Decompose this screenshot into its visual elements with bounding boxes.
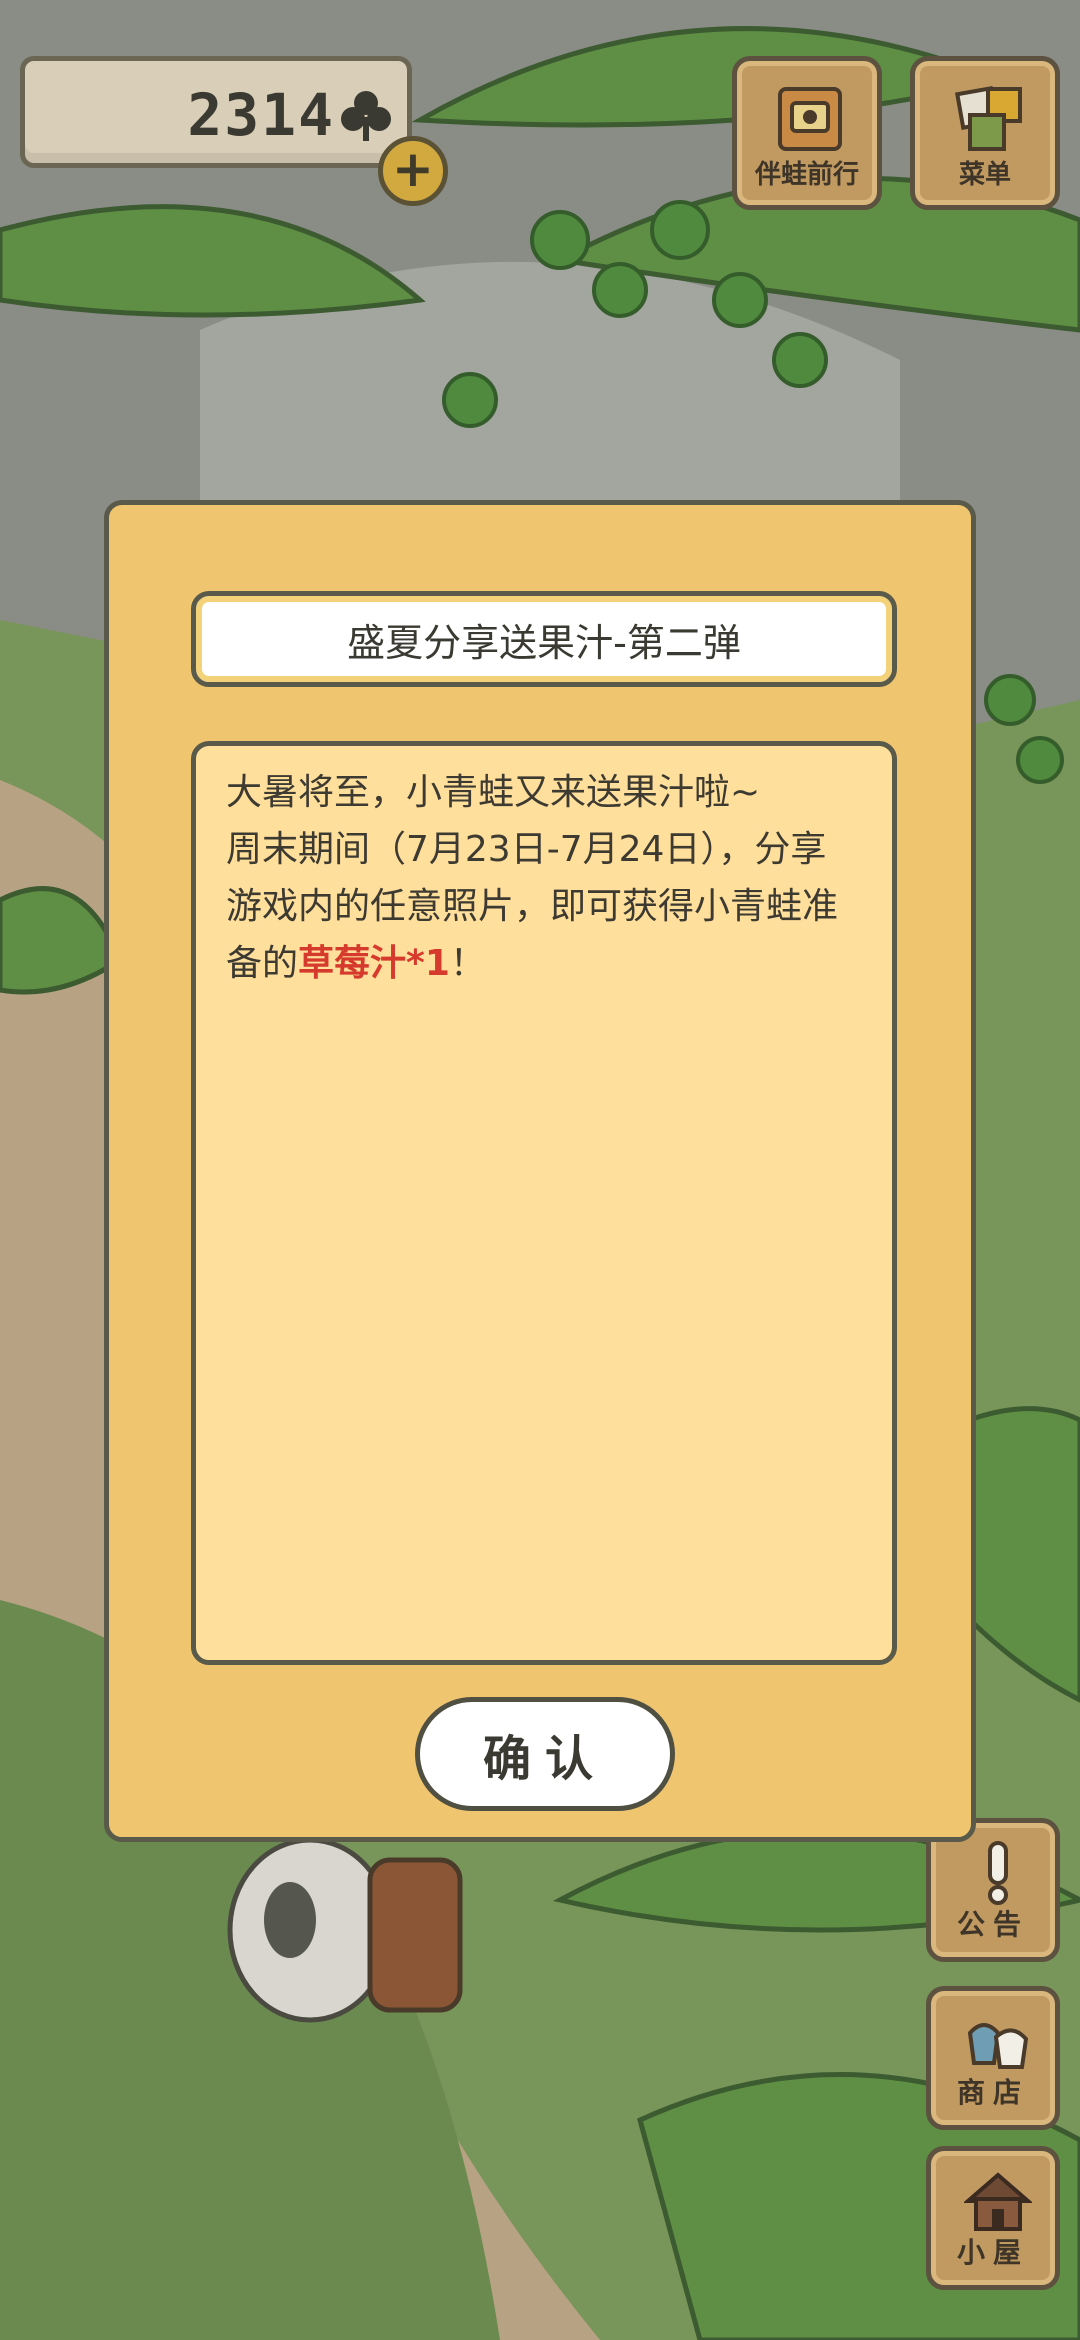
album-icon: [778, 87, 842, 151]
announcement-dialog: 盛夏分享送果汁-第二弹 大暑将至，小青蛙又来送果汁啦~ 周末期间（7月23日-7…: [104, 500, 976, 1842]
clover-count: 2314: [187, 81, 335, 149]
travel-with-frog-label: 伴蛙前行: [754, 160, 859, 190]
menu-button[interactable]: 菜单: [910, 56, 1060, 210]
shop-label: 商店: [956, 2076, 1029, 2109]
clover-counter: 2314: [20, 56, 412, 168]
dialog-body[interactable]: 大暑将至，小青蛙又来送果汁啦~ 周末期间（7月23日-7月24日），分享游戏内的…: [191, 741, 897, 1665]
clover-icon: [341, 91, 391, 141]
menu-label: 菜单: [958, 160, 1011, 190]
shop-button[interactable]: 商店: [926, 1986, 1060, 2130]
house-button[interactable]: 小屋: [926, 2146, 1060, 2290]
exclamation-icon: [988, 1841, 1008, 1905]
shop-bags-icon: [967, 2023, 1029, 2069]
add-clover-button[interactable]: +: [378, 136, 448, 206]
body-line-1: 大暑将至，小青蛙又来送果汁啦~: [226, 772, 761, 813]
plus-icon: +: [392, 140, 434, 198]
house-icon: [964, 2172, 1032, 2231]
reward-highlight: 草莓汁*1: [298, 943, 450, 984]
dialog-title: 盛夏分享送果汁-第二弹: [191, 591, 897, 687]
menu-icon: [954, 85, 1022, 151]
confirm-button[interactable]: 确认: [415, 1697, 675, 1811]
body-end: ！: [449, 943, 486, 984]
notice-label: 公告: [956, 1908, 1029, 1941]
travel-with-frog-button[interactable]: 伴蛙前行: [732, 56, 882, 210]
house-label: 小屋: [956, 2236, 1029, 2269]
